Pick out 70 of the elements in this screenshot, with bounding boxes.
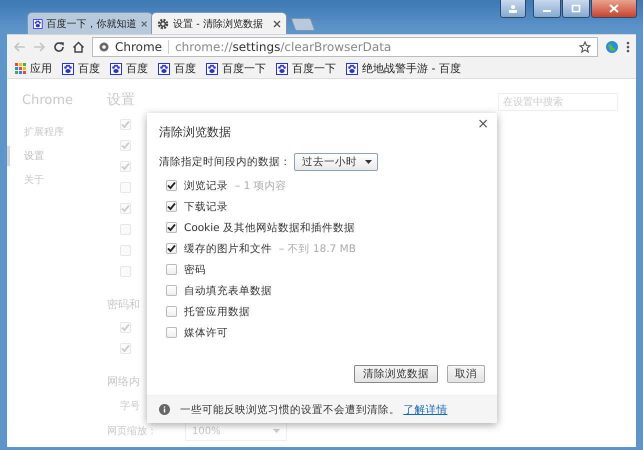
forward-arrow-icon[interactable] [33,41,46,53]
checkbox-label: 自动填充表单数据 [184,284,272,298]
checkbox-label: 缓存的图片和文件 [184,242,272,256]
menu-icon[interactable] [626,41,630,53]
bookmark[interactable]: 应用 [12,61,55,76]
paw-icon [158,62,170,74]
item-detail: – 不到 18.7 MB [279,242,356,256]
url-text: chrome://settings/clearBrowserData [175,40,392,54]
new-tab-button[interactable] [290,18,316,31]
star-icon[interactable] [579,41,591,53]
checkbox-label: 浏览记录 [184,178,228,192]
back-arrow-icon[interactable] [13,41,26,53]
paw-icon [110,62,122,74]
close-icon [609,4,619,13]
cancel-button[interactable]: 取消 [447,365,485,383]
bookmark[interactable]: 百度 [155,61,199,76]
browser-tab[interactable]: 设置 - 清除浏览数据 [151,12,287,34]
checkbox-label: 托管应用数据 [184,304,250,318]
bookmark[interactable]: 百度 [59,61,103,76]
caret-icon [365,160,372,164]
close-icon[interactable] [273,20,281,28]
bookmark[interactable]: 绝地战警手游 - 百度 [343,61,464,76]
bookmark[interactable]: 百度 [107,61,151,76]
checkbox[interactable] [166,306,177,317]
caret-icon [273,429,280,433]
maximize-icon [571,4,581,13]
checkbox[interactable] [166,180,177,191]
checkbox[interactable] [166,327,177,338]
paw-icon [62,62,74,74]
field-label: 清除指定时间段内的数据： [159,155,291,169]
home-icon[interactable] [72,41,85,53]
item-detail: – 1 项内容 [235,178,287,192]
checkbox-label: 密码 [184,262,206,276]
checkbox-label: 下载记录 [184,200,228,214]
footer-note: 一些可能反映浏览习惯的设置不会遭到清除。 了解详情 [180,402,448,416]
browser-tab[interactable]: 百度一下，你就知道 [27,12,153,34]
time-range-dropdown[interactable]: 过去一小时 [294,153,378,171]
close-button[interactable] [591,0,637,18]
gear-icon [157,18,169,30]
tab-title: 百度一下，你就知道 [46,18,137,30]
person-icon [508,4,518,13]
paw-icon [346,62,358,74]
close-icon[interactable] [140,20,147,28]
bookmark[interactable]: 百度一下 [273,61,339,76]
paw-icon [276,62,288,74]
info-icon [159,404,170,415]
tab-title: 设置 - 清除浏览数据 [173,18,264,30]
site-label: Chrome [115,40,170,54]
reload-icon[interactable] [53,41,65,53]
paw-icon [33,18,43,30]
minimize-button[interactable] [533,0,561,18]
globe-icon[interactable] [605,40,619,54]
checkbox[interactable] [166,243,177,254]
checkbox-label: Cookie 及其他网站数据和插件数据 [184,220,355,234]
checkbox[interactable] [166,264,177,275]
checkbox-label: 媒体许可 [184,326,228,340]
maximize-button[interactable] [562,0,590,18]
bookmark[interactable]: 百度一下 [203,61,269,76]
checkbox[interactable] [166,285,177,296]
paw-icon [206,62,218,74]
learn-more-link[interactable]: 了解详情 [403,404,448,416]
apps-grid-icon [15,63,26,74]
close-button[interactable]: × [477,116,489,132]
address-bar[interactable]: Chrome chrome://settings/clearBrowserData [92,37,598,57]
user-button[interactable] [500,0,526,18]
clear-data-button[interactable]: 清除浏览数据 [354,365,438,383]
dialog-title: 清除浏览数据 [159,124,231,141]
checkbox[interactable] [166,222,177,233]
checkbox[interactable] [166,201,177,212]
site-icon [99,42,109,52]
